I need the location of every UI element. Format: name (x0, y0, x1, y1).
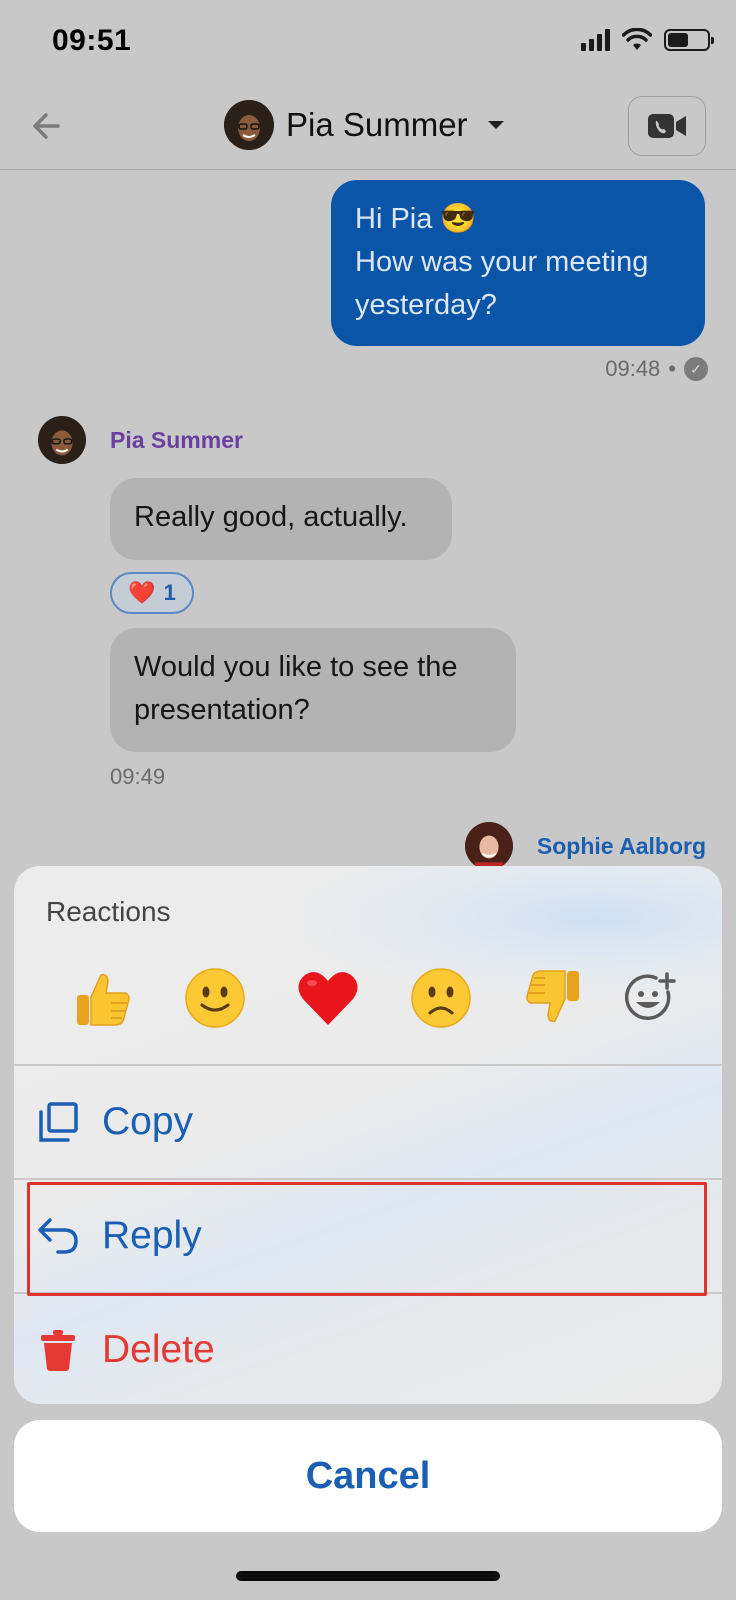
copy-action[interactable]: Copy (14, 1066, 722, 1178)
thumbs-down-icon[interactable] (514, 958, 594, 1038)
status-bar: 09:51 (0, 0, 736, 86)
incoming-time: 09:49 (110, 764, 166, 789)
delete-label: Delete (102, 1328, 215, 1371)
status-icons (581, 28, 714, 52)
sender-row-sophie: Sophie Aalborg (464, 822, 706, 870)
heart-icon[interactable] (288, 958, 368, 1038)
trash-icon (36, 1328, 80, 1372)
frowning-face-icon[interactable] (401, 958, 481, 1038)
contact-title-button[interactable]: Pia Summer (224, 100, 506, 150)
sender-avatar[interactable] (38, 416, 86, 464)
copy-icon (36, 1100, 80, 1144)
thumbs-up-icon[interactable] (62, 958, 142, 1038)
back-arrow-icon[interactable] (28, 106, 68, 146)
read-check-icon: ✓ (684, 357, 708, 381)
outgoing-line-2: How was your meeting yesterday? (355, 246, 649, 321)
contact-name: Pia Summer (286, 106, 468, 143)
delete-action[interactable]: Delete (14, 1294, 722, 1404)
copy-label: Copy (102, 1100, 194, 1143)
heart-reaction-icon: ❤️ (128, 580, 156, 605)
chevron-down-icon (487, 121, 504, 129)
sophie-avatar[interactable] (464, 822, 513, 870)
battery-icon (664, 29, 714, 51)
message-action-sheet: Reactions Copy Reply Delete (14, 866, 722, 1404)
video-camera-icon (648, 114, 686, 138)
heart-reaction-badge[interactable]: ❤️ 1 (110, 572, 194, 614)
home-indicator[interactable] (236, 1571, 500, 1581)
outgoing-message-bubble[interactable]: Hi Pia 😎 How was your meeting yesterday? (331, 180, 705, 346)
contact-avatar (224, 100, 274, 150)
cancel-button[interactable]: Cancel (14, 1420, 722, 1532)
reply-highlight-box (27, 1182, 707, 1296)
sender-row: Pia Summer (38, 416, 243, 464)
outgoing-meta: 09:48 • ✓ (605, 356, 708, 382)
cellular-signal-icon (581, 29, 610, 51)
chat-header: Pia Summer (0, 86, 736, 170)
reactions-title: Reactions (46, 896, 171, 927)
incoming-message-bubble[interactable]: Would you like to see the presentation? (110, 628, 516, 752)
slight-smile-icon[interactable] (175, 958, 255, 1038)
sender-name: Pia Summer (110, 426, 243, 453)
reaction-count: 1 (163, 580, 176, 605)
outgoing-line-1: Hi Pia 😎 (355, 203, 477, 235)
incoming-message-bubble[interactable]: Really good, actually. (110, 478, 452, 560)
meta-separator: • (668, 356, 676, 381)
chat-screen: 09:51 Pia Summer Hi Pia 😎 How was your m… (0, 0, 736, 1600)
wifi-icon (622, 28, 652, 50)
outgoing-time: 09:48 (605, 356, 661, 381)
reaction-picker (14, 958, 722, 1038)
add-reaction-icon[interactable] (610, 958, 690, 1038)
sophie-name: Sophie Aalborg (536, 832, 706, 859)
video-call-button[interactable] (628, 96, 706, 156)
status-time: 09:51 (52, 24, 132, 57)
